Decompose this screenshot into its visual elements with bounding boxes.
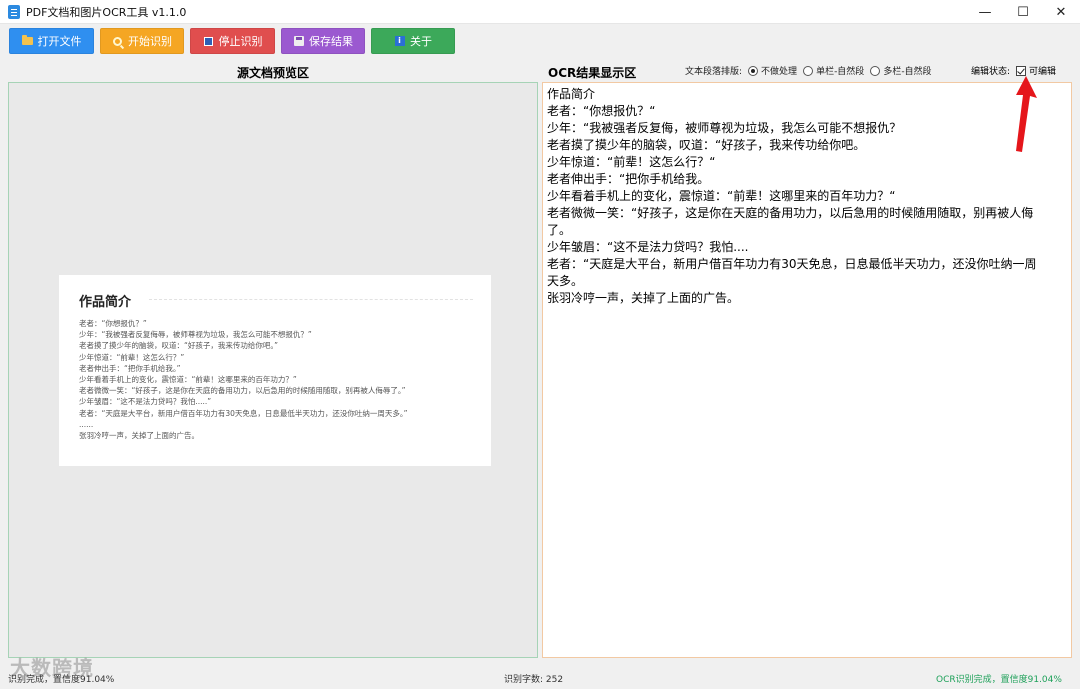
open-file-label: 打开文件 bbox=[37, 35, 82, 48]
preview-doc-line: 老者：“你想报仇？” bbox=[79, 319, 147, 328]
radio-icon[interactable] bbox=[803, 65, 814, 76]
result-line: 老者摸了摸少年的脑袋，叹道：“好孩子，我来传功给你吧。 bbox=[547, 138, 866, 152]
result-line: 张羽冷哼一声，关掉了上面的广告。 bbox=[547, 291, 740, 305]
result-line: 天多。 bbox=[547, 274, 584, 288]
about-button[interactable]: i 关于 bbox=[371, 28, 455, 54]
search-icon bbox=[112, 36, 123, 47]
title-divider bbox=[149, 299, 473, 300]
preview-doc-line: 少年皱眉：“这不是法力贷吗？我怕.....” bbox=[79, 397, 212, 407]
ocr-result-textarea[interactable]: 作品简介 老者：“你想报仇？“ 少年：“我被强者反复侮，被师尊视为垃圾，我怎么可… bbox=[542, 82, 1072, 658]
app-icon bbox=[8, 4, 20, 19]
title-bar: PDF文档和图片OCR工具 v1.1.0 — ☐ ✕ bbox=[0, 0, 1080, 24]
red-arrow-icon bbox=[1016, 76, 1037, 152]
preview-doc-title: 作品简介 bbox=[79, 295, 132, 310]
radio-selected-icon[interactable] bbox=[748, 65, 759, 76]
stop-recognition-label: 停止识别 bbox=[218, 35, 263, 48]
toolbar: 打开文件 开始识别 停止识别 保存结果 i 关于 bbox=[0, 24, 1080, 58]
info-icon: i bbox=[394, 36, 405, 47]
window-controls: — ☐ ✕ bbox=[966, 0, 1080, 24]
result-line: 少年看着手机上的变化，震惊道：“前辈！这哪里来的百年功力？“ bbox=[547, 189, 896, 203]
character-count: 识别字数: 252 bbox=[504, 675, 564, 685]
result-line: 老者：“天庭是大平台，新用户借百年功力有30天免息，日息最低半天功力，还没你吐纳… bbox=[547, 257, 1037, 271]
result-line: 少年：“我被强者反复侮，被师尊视为垃圾，我怎么可能不想报仇？ bbox=[547, 121, 902, 135]
status-left: 识别完成，置信度91.04% bbox=[8, 675, 115, 685]
folder-icon bbox=[21, 35, 33, 47]
result-line: 少年皱眉：“这不是法力贷吗？我怕.... bbox=[547, 240, 749, 254]
preview-header: 源文档预览区 bbox=[236, 66, 309, 80]
preview-doc-line: 少年看着手机上的变化，震惊道：“前辈！这哪里来的百年功力？” bbox=[79, 375, 297, 385]
preview-doc-line: 老者微微一笑：“好孩子，这是你在天庭的备用功力，以后急用的时候随用随取，别再被人… bbox=[79, 386, 406, 396]
layout-option-single-label: 单栏-自然段 bbox=[816, 67, 865, 77]
start-recognition-label: 开始识别 bbox=[128, 35, 172, 48]
stop-icon bbox=[203, 36, 214, 47]
preview-doc-line: ...... bbox=[79, 419, 94, 429]
status-confidence: OCR识别完成，置信度91.04% bbox=[936, 675, 1062, 685]
layout-option-multi[interactable]: 多栏-自然段 bbox=[870, 64, 932, 77]
layout-option-multi-label: 多栏-自然段 bbox=[883, 67, 932, 77]
layout-option-single[interactable]: 单栏-自然段 bbox=[803, 64, 864, 77]
preview-doc-line: 老者摸了摸少年的脑袋，叹道：“好孩子，我来传功给你吧。” bbox=[79, 341, 279, 351]
result-line: 老者：“你想报仇？“ bbox=[547, 104, 656, 118]
save-result-label: 保存结果 bbox=[309, 35, 353, 48]
layout-options: 文本段落排版: 不做处理 单栏-自然段 多栏-自然段 bbox=[685, 64, 932, 77]
radio-icon[interactable] bbox=[870, 65, 881, 76]
preview-doc-line: 老者伸出手：“把你手机给我。” bbox=[79, 363, 181, 373]
result-header: OCR结果显示区 bbox=[548, 66, 637, 80]
maximize-button[interactable]: ☐ bbox=[1004, 0, 1042, 24]
document-preview[interactable]: 作品简介 老者：“你想报仇？” 少年：“我被强者反复侮辱，被师尊视为垃圾，我怎么… bbox=[8, 82, 538, 658]
save-result-button[interactable]: 保存结果 bbox=[281, 28, 365, 54]
about-label: 关于 bbox=[410, 35, 432, 48]
preview-document-page: 作品简介 老者：“你想报仇？” 少年：“我被强者反复侮辱，被师尊视为垃圾，我怎么… bbox=[59, 275, 491, 466]
preview-doc-line: 老者：“天庭是大平台，新用户借百年功力有30天免息，日息最低半天功力，还没你吐纳… bbox=[79, 408, 408, 418]
close-button[interactable]: ✕ bbox=[1042, 0, 1080, 24]
stop-recognition-button[interactable]: 停止识别 bbox=[190, 28, 275, 54]
open-file-button[interactable]: 打开文件 bbox=[9, 28, 94, 54]
preview-doc-line: 张羽冷哼一声，关掉了上面的广告。 bbox=[79, 431, 199, 441]
status-bar: 识别完成，置信度91.04% 识别字数: 252 OCR识别完成，置信度91.0… bbox=[0, 666, 1080, 689]
result-line: 老者微微一笑：“好孩子，这是你在天庭的备用功力，以后急用的时候随用随取，别再被人… bbox=[547, 206, 1034, 220]
preview-doc-line: 少年惊道：“前辈！这怎么行？” bbox=[79, 352, 185, 362]
layout-label: 文本段落排版: bbox=[685, 67, 743, 77]
result-line: 少年惊道：“前辈！这怎么行？“ bbox=[547, 155, 716, 169]
edit-state-label: 编辑状态: bbox=[971, 67, 1011, 77]
layout-option-none-label: 不做处理 bbox=[761, 67, 798, 77]
layout-option-none[interactable]: 不做处理 bbox=[748, 64, 797, 77]
result-line: 了。 bbox=[547, 223, 572, 237]
result-line: 作品简介 bbox=[547, 87, 596, 101]
window-title: PDF文档和图片OCR工具 v1.1.0 bbox=[26, 5, 187, 19]
save-icon bbox=[293, 36, 304, 47]
minimize-button[interactable]: — bbox=[966, 0, 1004, 24]
result-line: 老者伸出手：“把你手机给我。 bbox=[547, 172, 710, 186]
preview-doc-line: 少年：“我被强者反复侮辱，被师尊视为垃圾，我怎么可能不想报仇？” bbox=[79, 330, 312, 340]
start-recognition-button[interactable]: 开始识别 bbox=[100, 28, 184, 54]
